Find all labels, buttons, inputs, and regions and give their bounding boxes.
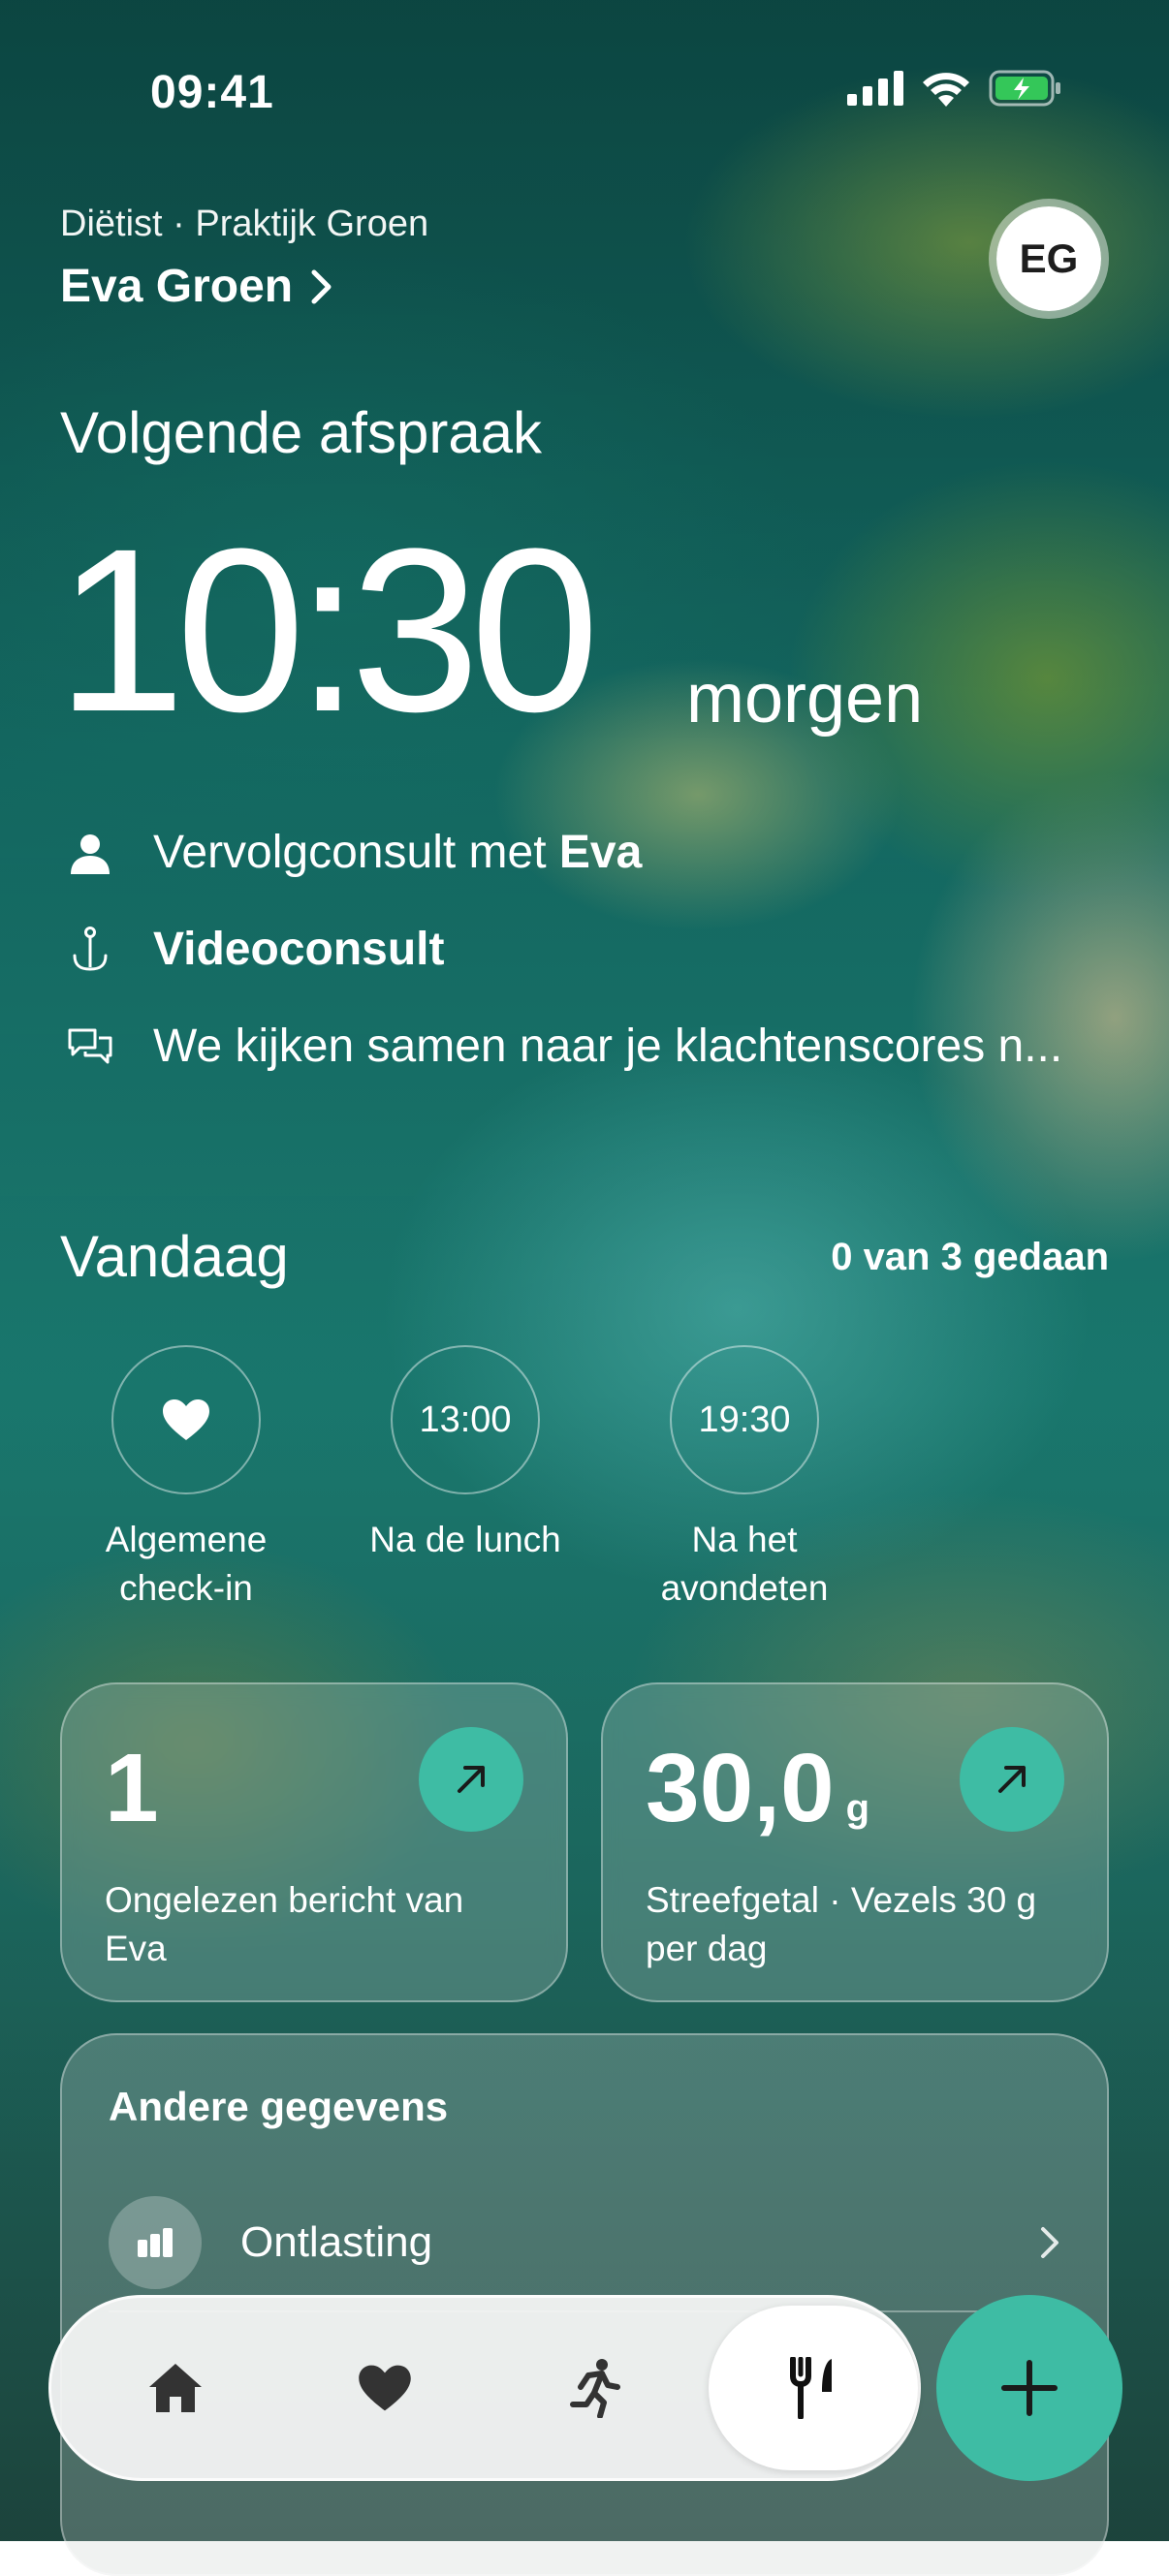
card-value: 1: [105, 1734, 159, 1842]
other-data-title: Andere gegevens: [109, 2084, 449, 2129]
task-after-lunch[interactable]: 13:00 Na de lunch: [349, 1345, 582, 1564]
tab-activity[interactable]: [490, 2306, 699, 2470]
task-after-dinner[interactable]: 19:30 Na het avondeten: [628, 1345, 861, 1613]
heart-icon: [359, 2365, 411, 2411]
signal-icon: [847, 71, 903, 106]
plus-icon: [1001, 2360, 1058, 2416]
appointment-type-text: Vervolgconsult met: [153, 827, 559, 878]
list-item-stool[interactable]: Ontlasting: [109, 2194, 1060, 2291]
fiber-goal-card[interactable]: 30,0 g Streefgetal · Vezels 30 g per dag: [601, 1682, 1109, 2002]
appointment-with: Eva: [558, 827, 643, 878]
person-icon: [64, 827, 116, 879]
practice-subtitle: Diëtist · Praktijk Groen: [60, 204, 429, 244]
appointment-mode: Videoconsult: [153, 924, 445, 975]
status-icons: [847, 70, 1062, 107]
arrow-up-right-icon: [960, 1727, 1064, 1832]
unread-messages-card[interactable]: 1 Ongelezen bericht van Eva: [60, 1682, 568, 2002]
task-label-line1: Na de lunch: [369, 1520, 561, 1559]
status-time: 09:41: [150, 67, 274, 118]
home-icon: [149, 2364, 202, 2412]
chat-bubbles-icon: [64, 1021, 116, 1073]
task-circle: [111, 1345, 261, 1494]
task-label-line1: Algemene: [105, 1520, 268, 1559]
avatar-initials: EG: [1019, 236, 1079, 281]
task-label-line2: avondeten: [660, 1568, 829, 1608]
appointment-type-row: Vervolgconsult met Eva: [64, 826, 642, 879]
running-icon: [570, 2359, 620, 2418]
task-circle: 13:00: [391, 1345, 540, 1494]
card-value-wrap: 30,0 g: [646, 1733, 869, 1844]
appointment-time: 10:30: [56, 500, 600, 760]
today-heading: Vandaag: [60, 1224, 289, 1289]
appointment-day: morgen: [686, 660, 924, 738]
today-progress: 0 van 3 gedaan: [831, 1236, 1109, 1278]
bar-chart-icon: [109, 2196, 202, 2289]
dietitian-name-link[interactable]: Eva Groen: [60, 260, 333, 313]
appointment-mode-row: Videoconsult: [64, 923, 445, 976]
tab-home[interactable]: [71, 2306, 280, 2470]
tab-bar: [48, 2295, 921, 2481]
dietitian-name: Eva Groen: [60, 261, 294, 312]
wifi-icon: [923, 73, 969, 107]
tab-nutrition[interactable]: [709, 2306, 918, 2470]
task-circle: 19:30: [670, 1345, 819, 1494]
card-description: Streefgetal · Vezels 30 g per dag: [646, 1880, 1037, 1968]
card-value: 30,0: [646, 1734, 835, 1842]
card-unit: g: [845, 1787, 870, 1830]
card-description: Ongelezen bericht van Eva: [105, 1880, 464, 1968]
chevron-right-icon: [311, 269, 332, 303]
next-appointment-heading: Volgende afspraak: [60, 400, 543, 465]
tab-health[interactable]: [280, 2306, 490, 2470]
avatar[interactable]: EG: [989, 199, 1109, 319]
task-label-line1: Na het: [691, 1520, 798, 1559]
add-button[interactable]: [936, 2295, 1122, 2481]
arrow-up-right-icon: [419, 1727, 523, 1832]
list-item-label: Ontlasting: [240, 2218, 433, 2266]
fork-knife-icon: [790, 2357, 832, 2419]
task-general-checkin[interactable]: Algemene check-in: [70, 1345, 302, 1613]
anchor-icon: [64, 924, 116, 976]
heart-icon: [163, 1399, 209, 1440]
appointment-note: We kijken samen naar je klachtenscores n…: [153, 1021, 1063, 1072]
chevron-right-icon: [1041, 2227, 1058, 2258]
battery-icon: [989, 70, 1060, 107]
appointment-note-row[interactable]: We kijken samen naar je klachtenscores n…: [64, 1020, 1062, 1073]
task-label-line2: check-in: [119, 1568, 253, 1608]
